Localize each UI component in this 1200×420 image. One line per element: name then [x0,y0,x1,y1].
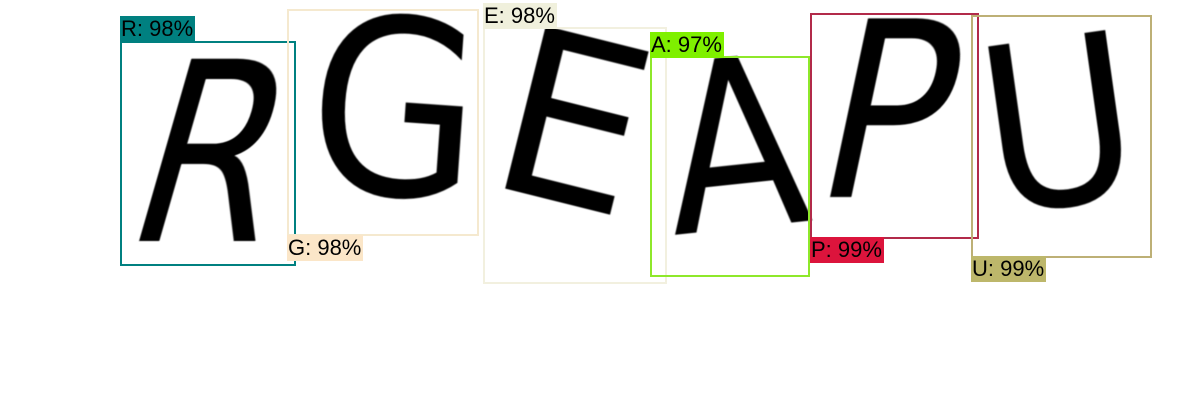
bounding-box-a [650,56,810,277]
label-tag-r: R: 98% [120,16,196,42]
bounding-box-p [810,13,979,239]
bounding-box-g [287,9,479,236]
label-tag-g: G: 98% [287,235,364,261]
bounding-box-u [971,15,1152,258]
detection-canvas: R G E A P U R: 98% G: 98% E: 98% A: 97% … [0,0,1200,420]
label-tag-e: E: 98% [483,3,557,29]
bounding-box-e [483,27,667,284]
label-tag-p: P: 99% [810,237,884,263]
label-tag-a: A: 97% [650,32,724,58]
label-tag-u: U: 99% [971,256,1047,282]
bounding-box-r [120,41,296,266]
